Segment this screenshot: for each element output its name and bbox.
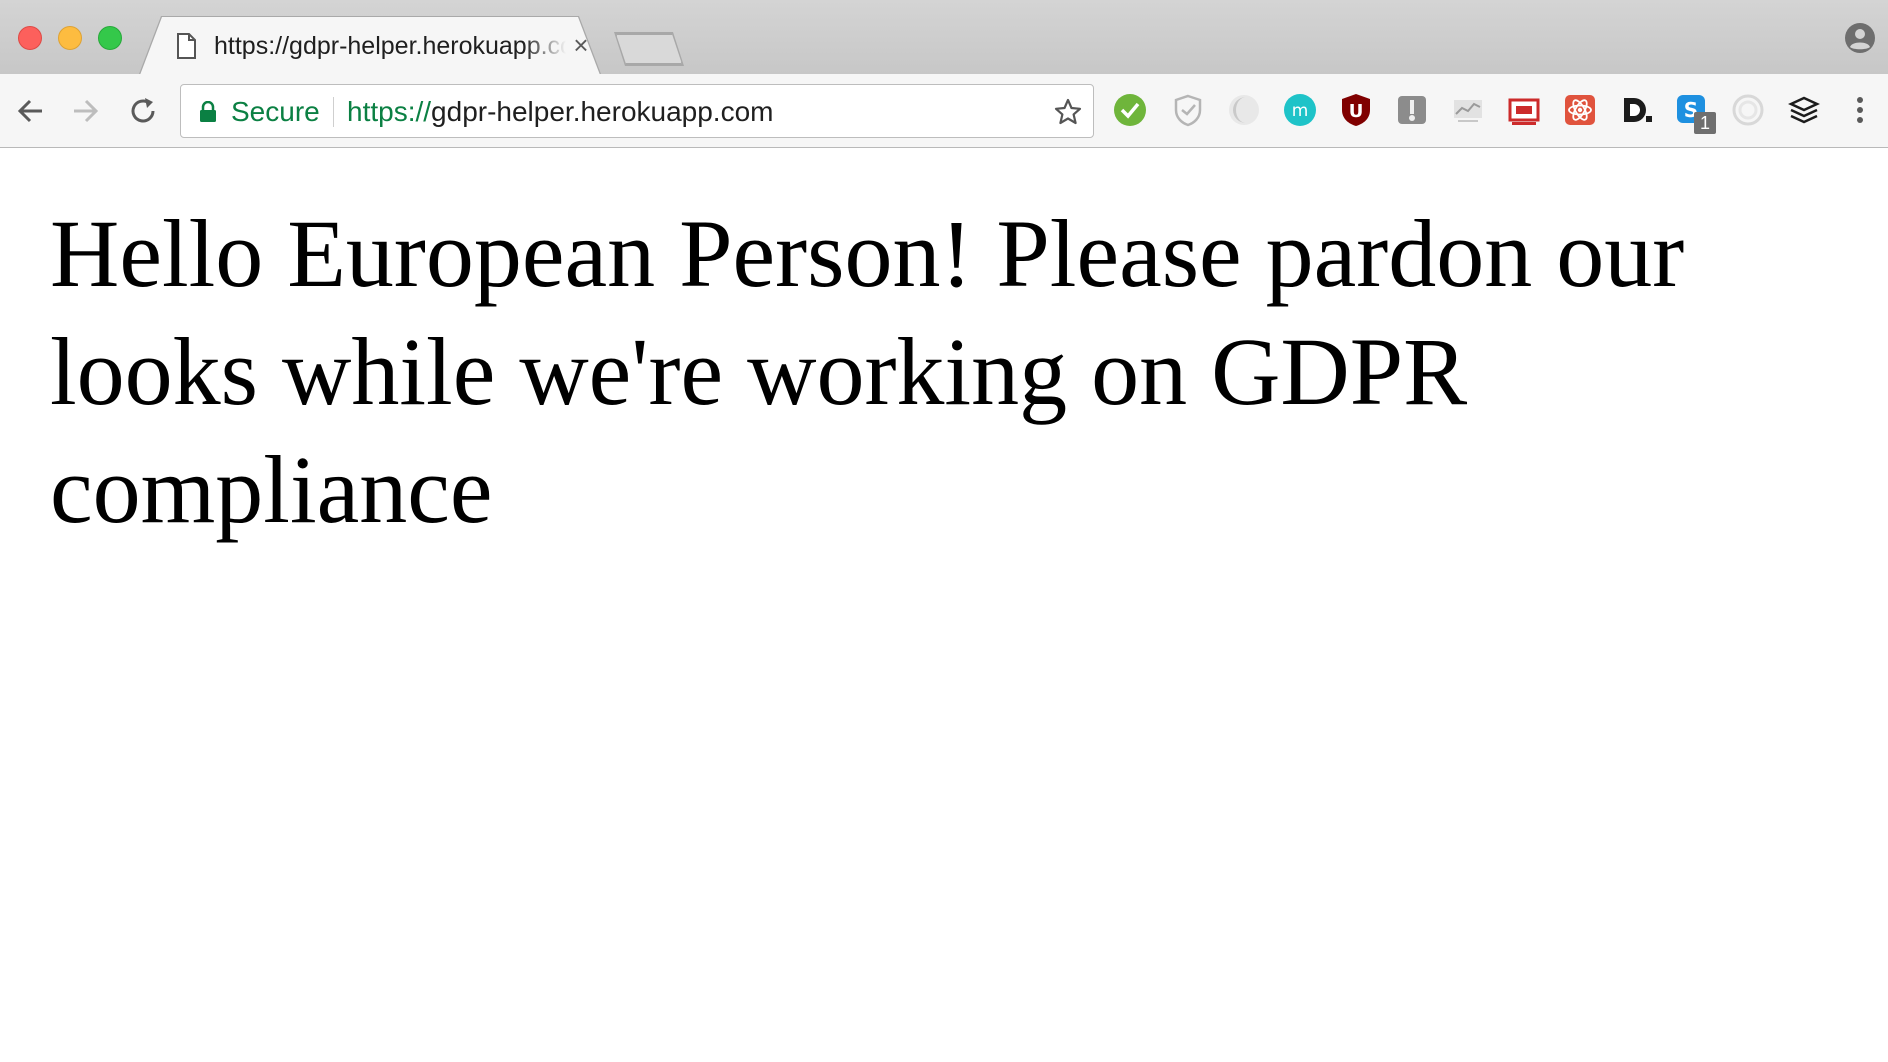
teal-m-icon[interactable]: m bbox=[1282, 92, 1318, 128]
selenium-icon[interactable] bbox=[1506, 92, 1542, 128]
arrow-right-icon[interactable] bbox=[66, 92, 104, 130]
reload-icon[interactable] bbox=[124, 92, 162, 130]
target-icon[interactable] bbox=[1730, 92, 1766, 128]
stack-icon[interactable] bbox=[1786, 92, 1822, 128]
new-tab-button[interactable] bbox=[616, 34, 682, 64]
tab-strip: https://gdpr-helper.herokuapp.com × bbox=[0, 0, 1888, 75]
arrow-left-icon[interactable] bbox=[12, 92, 50, 130]
secure-label[interactable]: Secure bbox=[231, 95, 320, 129]
extension-badge: 1 bbox=[1694, 112, 1716, 134]
lock-icon bbox=[200, 101, 216, 122]
svg-text:m: m bbox=[1292, 101, 1309, 121]
crescent-icon[interactable] bbox=[1226, 92, 1262, 128]
window-close-button[interactable] bbox=[18, 26, 42, 50]
ublock-icon[interactable]: U bbox=[1338, 92, 1374, 128]
tab-title: https://gdpr-helper.herokuapp.com bbox=[214, 32, 566, 60]
svg-text:U: U bbox=[1349, 101, 1364, 122]
extension-badge-count: 1 bbox=[1699, 113, 1710, 133]
gray-tool-icon[interactable] bbox=[1394, 92, 1430, 128]
url-text[interactable]: https://gdpr-helper.herokuapp.com bbox=[347, 95, 774, 129]
page-heading: Hello European Person! Please pardon our… bbox=[50, 200, 1685, 543]
window-maximize-button[interactable] bbox=[98, 26, 122, 50]
url-host: gdpr-helper.herokuapp.com bbox=[431, 96, 774, 127]
tab-close-icon[interactable]: × bbox=[568, 32, 594, 58]
url-scheme: https:// bbox=[347, 96, 432, 127]
analytics-icon[interactable] bbox=[1450, 92, 1486, 128]
d-dot-icon[interactable] bbox=[1618, 92, 1654, 128]
address-bar[interactable]: Secure https://gdpr-helper.herokuapp.com bbox=[180, 84, 1094, 138]
page-icon bbox=[177, 33, 196, 59]
bookmark-star-icon[interactable] bbox=[1053, 97, 1083, 127]
green-check-icon[interactable] bbox=[1112, 92, 1148, 128]
react-icon[interactable] bbox=[1562, 92, 1598, 128]
browser-toolbar: Secure https://gdpr-helper.herokuapp.com bbox=[0, 74, 1888, 148]
shield-icon[interactable] bbox=[1170, 92, 1206, 128]
window-minimize-button[interactable] bbox=[58, 26, 82, 50]
menu-dots-icon[interactable] bbox=[1848, 92, 1872, 128]
omnibox-divider bbox=[333, 97, 334, 127]
profile-icon[interactable] bbox=[1844, 22, 1876, 54]
